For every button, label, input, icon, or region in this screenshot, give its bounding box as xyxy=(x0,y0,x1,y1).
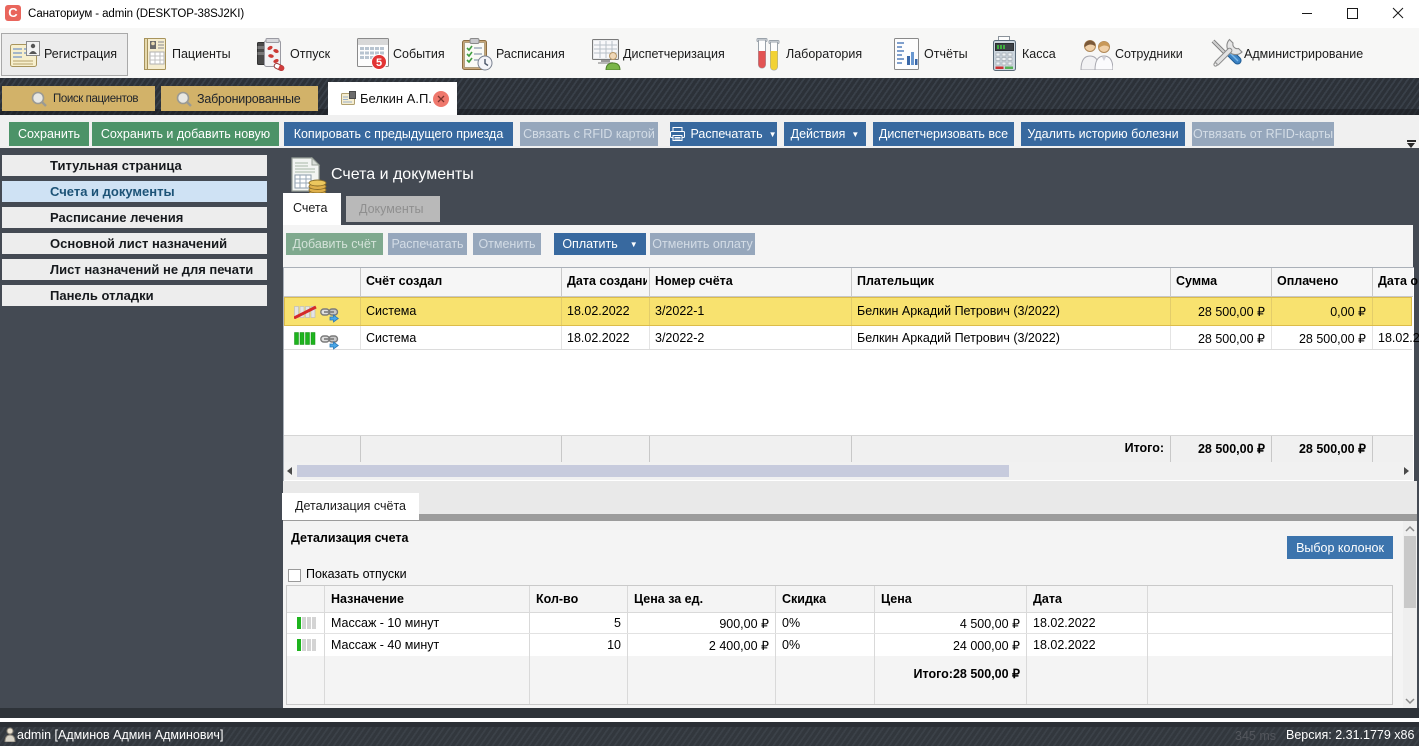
svg-text:5: 5 xyxy=(376,57,382,69)
